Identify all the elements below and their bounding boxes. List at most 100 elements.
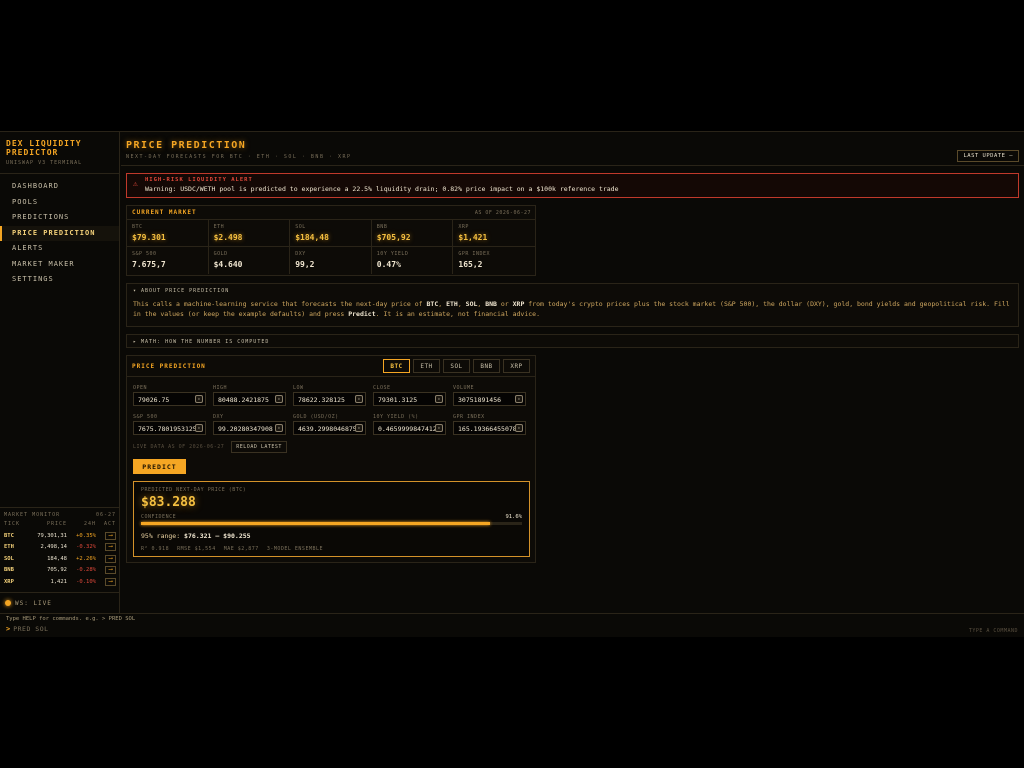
col-tick: TICK	[4, 521, 21, 527]
sidebar-item-dashboard[interactable]: DASHBOARD	[0, 179, 119, 195]
market-value: $705,92	[376, 233, 411, 242]
ws-status: WS: LIVE	[0, 592, 120, 613]
arrow-right-icon[interactable]: ⟶	[105, 554, 116, 563]
low-label: LOW	[293, 385, 304, 391]
market-label: BTC	[132, 224, 143, 230]
monitor-tick: BNB	[4, 567, 14, 574]
sidebar-nav: DASHBOARD POOLS PREDICTIONS PRICE PREDIC…	[0, 179, 119, 288]
sidebar-item-alerts[interactable]: ALERTS	[0, 241, 119, 257]
prediction-result: PREDICTED NEXT-DAY PRICE (BTC) $83.288 C…	[133, 481, 530, 557]
result-label: PREDICTED NEXT-DAY PRICE (BTC)	[141, 487, 247, 493]
reload-latest-button[interactable]: RELOAD LATEST	[231, 441, 287, 453]
low-input[interactable]: 78622.328125 ⇕	[293, 392, 366, 406]
brand: DEX LIQUIDITY PREDICTOR UNISWAP V3 TERMI…	[0, 132, 119, 174]
market-label: 10Y YIELD	[376, 251, 409, 257]
warning-icon: ⚠	[133, 179, 138, 188]
stepper-icon[interactable]: ⇕	[275, 395, 283, 403]
current-market-panel: CURRENT MARKET AS OF 2026-06-27 BTC $79.3…	[126, 205, 536, 276]
gold-label: GOLD (USD/OZ)	[293, 414, 339, 420]
command-help: Type HELP for commands. e.g. > PRED SOL	[6, 616, 136, 622]
sidebar-item-predictions[interactable]: PREDICTIONS	[0, 210, 119, 226]
sp500-input[interactable]: 7675.7801953125 ⇕	[133, 421, 206, 435]
monitor-row: BTC 79,301,31 +0.35% ⟶	[4, 530, 116, 542]
command-bar: Type HELP for commands. e.g. > PRED SOL …	[0, 613, 1024, 637]
volume-input[interactable]: 30751891456 ⇕	[453, 392, 526, 406]
about-toggle[interactable]: ▾ ABOUT PRICE PREDICTION	[133, 288, 1012, 294]
monitor-change: -0.10%	[76, 578, 96, 585]
volume-label: VOLUME	[453, 385, 475, 391]
tab-bnb[interactable]: BNB	[473, 359, 500, 373]
tab-sol[interactable]: SOL	[443, 359, 470, 373]
arrow-right-icon[interactable]: ⟶	[105, 531, 116, 540]
input-fields: OPEN 79026.75 ⇕ HIGH 80488.2421875 ⇕ LOW 7862…	[133, 385, 533, 443]
tab-btc[interactable]: BTC	[383, 359, 410, 373]
market-cell-sol: SOL $184,48	[290, 220, 372, 247]
metric-r2: R² 0.918	[141, 546, 170, 552]
prediction-title: PRICE PREDICTION	[132, 362, 206, 370]
tab-xrp[interactable]: XRP	[503, 359, 530, 373]
math-toggle[interactable]: ▸ MATH: HOW THE NUMBER IS COMPUTED	[133, 339, 1012, 345]
tab-eth[interactable]: ETH	[413, 359, 440, 373]
command-hint: TYPE A COMMAND	[968, 628, 1018, 634]
monitor-columns: TICK PRICE 24H ACT	[4, 521, 116, 530]
header-divider	[121, 165, 1024, 166]
command-input[interactable]: PRED SOL	[13, 625, 48, 633]
stepper-icon[interactable]: ⇕	[515, 395, 523, 403]
high-label: HIGH	[213, 385, 228, 391]
col-act: ACT	[103, 521, 116, 527]
stepper-icon[interactable]: ⇕	[515, 424, 523, 432]
col-change: 24H	[83, 521, 96, 527]
monitor-change: +2.26%	[76, 555, 96, 562]
predict-button[interactable]: PREDICT	[133, 459, 186, 474]
close-label: CLOSE	[373, 385, 391, 391]
market-value: $2.498	[213, 233, 243, 242]
market-label: GPR INDEX	[458, 251, 490, 257]
prompt-icon: >	[6, 625, 11, 633]
about-text: This calls a machine-learning service th…	[133, 300, 1010, 318]
brand-subtitle: UNISWAP V3 TERMINAL	[6, 160, 83, 166]
app-window: DEX LIQUIDITY PREDICTOR UNISWAP V3 TERMI…	[0, 131, 1024, 637]
dxy-input[interactable]: 99.20280347908 ⇕	[213, 421, 286, 435]
market-monitor: MARKET MONITOR 06-27 TICK PRICE 24H ACT …	[0, 507, 120, 588]
market-cell-10y: 10Y YIELD 0.47%	[372, 247, 454, 274]
market-value: 165,2	[458, 260, 483, 269]
stepper-icon[interactable]: ⇕	[355, 395, 363, 403]
about-accordion: ▾ ABOUT PRICE PREDICTION This calls a ma…	[126, 283, 1019, 327]
sidebar-item-pools[interactable]: POOLS	[0, 195, 119, 211]
market-value: $4.640	[213, 260, 243, 269]
last-update-button[interactable]: LAST UPDATE —	[957, 150, 1019, 162]
monitor-price: 1,421	[50, 578, 67, 585]
open-input[interactable]: 79026.75 ⇕	[133, 392, 206, 406]
stepper-icon[interactable]: ⇕	[355, 424, 363, 432]
brand-title: DEX LIQUIDITY PREDICTOR	[6, 139, 82, 157]
arrow-right-icon[interactable]: ⟶	[105, 577, 116, 586]
yield-input[interactable]: 0.46599998474121 ⇕	[373, 421, 446, 435]
confidence-value: 91.6%	[505, 514, 522, 520]
market-value: $1,421	[458, 233, 488, 242]
stepper-icon[interactable]: ⇕	[195, 395, 203, 403]
sidebar-item-market-maker[interactable]: MARKET MAKER	[0, 257, 119, 273]
sidebar: DEX LIQUIDITY PREDICTOR UNISWAP V3 TERMI…	[0, 132, 120, 613]
stepper-icon[interactable]: ⇕	[275, 424, 283, 432]
stepper-icon[interactable]: ⇕	[195, 424, 203, 432]
close-input[interactable]: 79301.3125 ⇕	[373, 392, 446, 406]
math-accordion[interactable]: ▸ MATH: HOW THE NUMBER IS COMPUTED	[126, 334, 1019, 348]
monitor-price: 184,48	[47, 555, 67, 562]
market-cell-gpr: GPR INDEX 165,2	[453, 247, 535, 274]
gold-input[interactable]: 4639.2998046875 ⇕	[293, 421, 366, 435]
high-input[interactable]: 80488.2421875 ⇕	[213, 392, 286, 406]
gpr-input[interactable]: 165.19366455078 ⇕	[453, 421, 526, 435]
stepper-icon[interactable]: ⇕	[435, 395, 443, 403]
stepper-icon[interactable]: ⇕	[435, 424, 443, 432]
monitor-tick: XRP	[4, 578, 14, 585]
arrow-right-icon[interactable]: ⟶	[105, 566, 116, 575]
monitor-change: +0.35%	[76, 532, 96, 539]
market-cell-btc: BTC $79.301	[127, 220, 209, 247]
sidebar-item-price-prediction[interactable]: PRICE PREDICTION	[0, 225, 119, 241]
sidebar-item-settings[interactable]: SETTINGS	[0, 272, 119, 288]
monitor-tick: ETH	[4, 544, 14, 551]
monitor-tick: SOL	[4, 555, 14, 562]
predicted-price: $83.288	[141, 495, 196, 510]
market-label: DXY	[295, 251, 306, 257]
arrow-right-icon[interactable]: ⟶	[105, 543, 116, 552]
